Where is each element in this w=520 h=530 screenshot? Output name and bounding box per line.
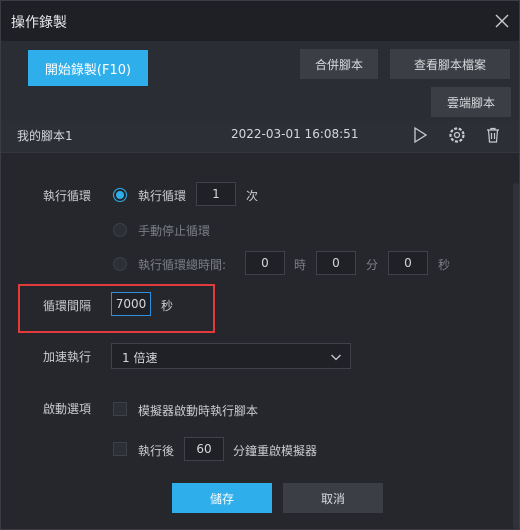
total-time-radio[interactable] [113,257,127,271]
speed-select[interactable]: 1 倍速 [111,343,351,369]
restart-after-prefix: 執行後 [138,444,175,458]
total-hours-input[interactable]: 0 [245,251,285,275]
speed-label: 加速執行 [43,350,92,364]
manual-stop-radio[interactable] [113,223,127,237]
settings-icon[interactable] [448,126,466,144]
view-script-files-button[interactable]: 查看腳本檔案 [390,49,510,79]
trash-icon[interactable] [484,126,502,144]
script-datetime: 2022-03-01 16:08:51 [231,127,359,141]
cancel-button[interactable]: 取消 [283,483,383,513]
settings-panel [1,153,519,529]
restart-minutes-input[interactable]: 60 [184,437,224,461]
speed-select-value: 1 倍速 [122,351,158,365]
seconds-unit: 秒 [438,258,451,272]
loop-count-radio[interactable] [113,188,127,202]
start-recording-button[interactable]: 開始錄製(F10) [28,50,148,86]
restart-after-suffix: 分鐘重啟模擬器 [233,444,318,458]
loop-interval-unit: 秒 [161,299,174,313]
minutes-unit: 分 [366,258,379,272]
total-seconds-input[interactable]: 0 [388,251,428,275]
loop-count-unit: 次 [246,189,259,203]
operation-recording-window: 操作錄製 開始錄製(F10) 合併腳本 查看腳本檔案 雲端腳本 我的腳本1 20… [0,0,520,530]
run-on-start-label: 模擬器啟動時執行腳本 [138,404,259,418]
save-button[interactable]: 儲存 [172,483,272,513]
restart-after-checkbox[interactable] [113,442,127,456]
cloud-scripts-button[interactable]: 雲端腳本 [431,87,511,117]
script-name: 我的腳本1 [17,129,73,143]
startup-options-label: 啟動選項 [43,402,92,416]
title-bar: 操作錄製 [1,1,519,41]
window-title: 操作錄製 [11,15,67,31]
total-minutes-input[interactable]: 0 [316,251,356,275]
merge-scripts-button[interactable]: 合併腳本 [300,49,378,79]
loop-count-option-label: 執行循環 [138,189,187,203]
scrollbar[interactable] [513,183,519,529]
chevron-down-icon [330,351,342,363]
loop-count-input[interactable]: 1 [196,182,236,206]
hours-unit: 時 [294,258,307,272]
manual-stop-label: 手動停止循環 [138,224,211,238]
script-row[interactable]: 我的腳本1 2022-03-01 16:08:51 [1,121,519,153]
loop-interval-input[interactable]: 7000 [111,292,151,316]
loop-interval-label: 循環間隔 [43,299,92,313]
total-time-label: 執行循環總時間: [138,258,227,272]
loop-section-label: 執行循環 [43,189,92,203]
close-icon[interactable] [493,12,511,30]
play-icon[interactable] [411,126,429,144]
run-on-start-checkbox[interactable] [113,402,127,416]
